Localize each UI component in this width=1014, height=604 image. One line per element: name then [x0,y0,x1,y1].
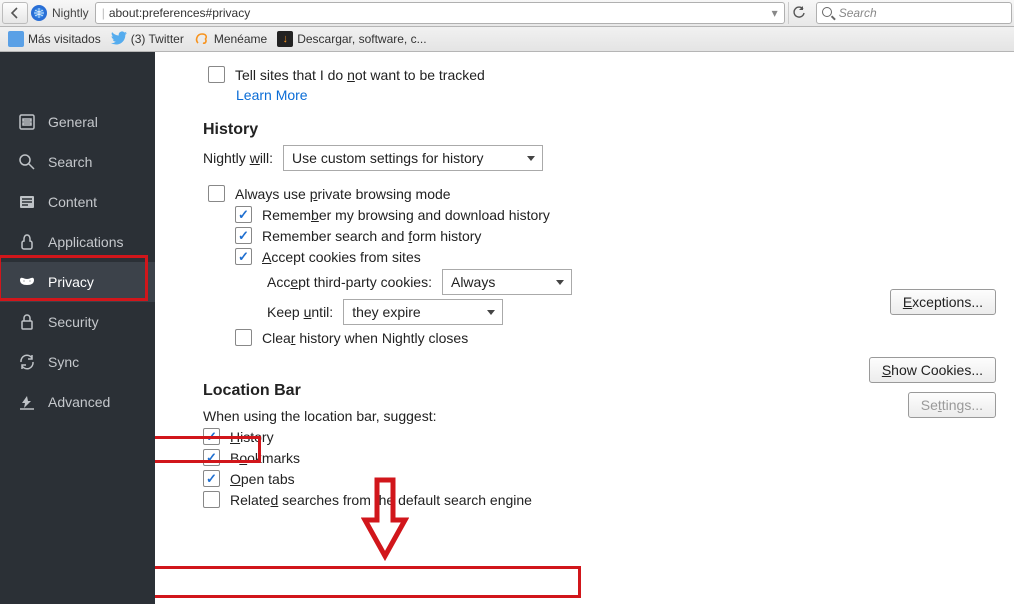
suggest-related-checkbox[interactable] [203,491,220,508]
sidebar-item-security[interactable]: Security [0,302,155,342]
bookmark-twitter[interactable]: (3) Twitter [111,30,184,49]
accept-cookies-checkbox[interactable] [235,248,252,265]
always-private-label: Always use private browsing mode [235,186,451,202]
annotation-arrow-icon [361,476,409,566]
sidebar-item-applications[interactable]: Applications [0,222,155,262]
sidebar-item-search[interactable]: Search [0,142,155,182]
url-bar[interactable]: | about:preferences#privacy ▾ [95,2,785,24]
dropdown-icon[interactable]: ▾ [772,6,778,20]
privacy-mask-icon [18,273,36,291]
clear-on-close-checkbox[interactable] [235,329,252,346]
dnt-checkbox[interactable] [208,66,225,83]
preferences-sidebar: General Search Content Applications Priv… [0,52,155,604]
identity-label: Nightly [52,6,89,20]
bookmarks-bar: Más visitados (3) Twitter Menéame ↓ Desc… [0,27,1014,52]
search-nav-icon [18,153,36,171]
suggest-bookmarks-label: Bookmarks [230,450,300,466]
bookmark-descargar[interactable]: ↓ Descargar, software, c... [277,31,426,47]
content-icon [18,193,36,211]
reload-button[interactable] [788,2,810,24]
nightly-will-label: Nightly will: [203,150,273,166]
third-party-select[interactable]: Always [442,269,572,295]
annotation-related-row [155,566,581,598]
advanced-icon [18,393,36,411]
url-text: about:preferences#privacy [109,6,250,20]
back-button[interactable] [2,2,28,24]
download-icon: ↓ [277,31,293,47]
suggest-opentabs-label: Open tabs [230,471,295,487]
remember-search-label: Remember search and form history [262,228,481,244]
search-icon [822,7,835,20]
preferences-content: Tell sites that I do not want to be trac… [155,52,1014,604]
show-cookies-button[interactable]: Show Cookies... [869,357,996,383]
history-heading: History [203,121,996,139]
third-party-label: Accept third-party cookies: [267,274,432,290]
bookmark-most-visited[interactable]: Más visitados [8,31,101,47]
sidebar-item-sync[interactable]: Sync [0,342,155,382]
security-lock-icon [18,313,36,331]
sidebar-item-privacy[interactable]: Privacy [0,262,155,302]
bookmark-meneame[interactable]: Menéame [194,30,267,49]
identity-globe-icon [31,5,47,21]
nav-toolbar: Nightly | about:preferences#privacy ▾ Se… [0,0,1014,27]
settings-button[interactable]: Settings... [908,392,996,418]
suggest-opentabs-checkbox[interactable] [203,470,220,487]
applications-icon [18,233,36,251]
clear-on-close-label: Clear history when Nightly closes [262,330,468,346]
remember-search-checkbox[interactable] [235,227,252,244]
bookmark-icon [8,31,24,47]
sync-icon [18,353,36,371]
sidebar-item-advanced[interactable]: Advanced [0,382,155,422]
learn-more-link[interactable]: Learn More [236,87,308,103]
history-mode-select[interactable]: Use custom settings for history [283,145,543,171]
twitter-icon [111,30,127,49]
exceptions-button[interactable]: Exceptions... [890,289,996,315]
remember-browsing-checkbox[interactable] [235,206,252,223]
suggest-history-label: History [230,429,274,445]
general-icon [18,113,36,131]
search-box[interactable]: Search [816,2,1012,24]
meneame-icon [194,30,210,49]
accept-cookies-label: Accept cookies from sites [262,249,421,265]
location-bar-intro: When using the location bar, suggest: [203,408,436,424]
suggest-history-checkbox[interactable] [203,428,220,445]
sidebar-item-general[interactable]: General [0,102,155,142]
remember-browsing-label: Remember my browsing and download histor… [262,207,550,223]
suggest-bookmarks-checkbox[interactable] [203,449,220,466]
dnt-label: Tell sites that I do not want to be trac… [235,67,485,83]
keep-until-label: Keep until: [267,304,333,320]
always-private-checkbox[interactable] [208,185,225,202]
location-bar-heading: Location Bar [203,382,301,400]
keep-until-select[interactable]: they expire [343,299,503,325]
sidebar-item-content[interactable]: Content [0,182,155,222]
search-placeholder: Search [839,6,877,20]
